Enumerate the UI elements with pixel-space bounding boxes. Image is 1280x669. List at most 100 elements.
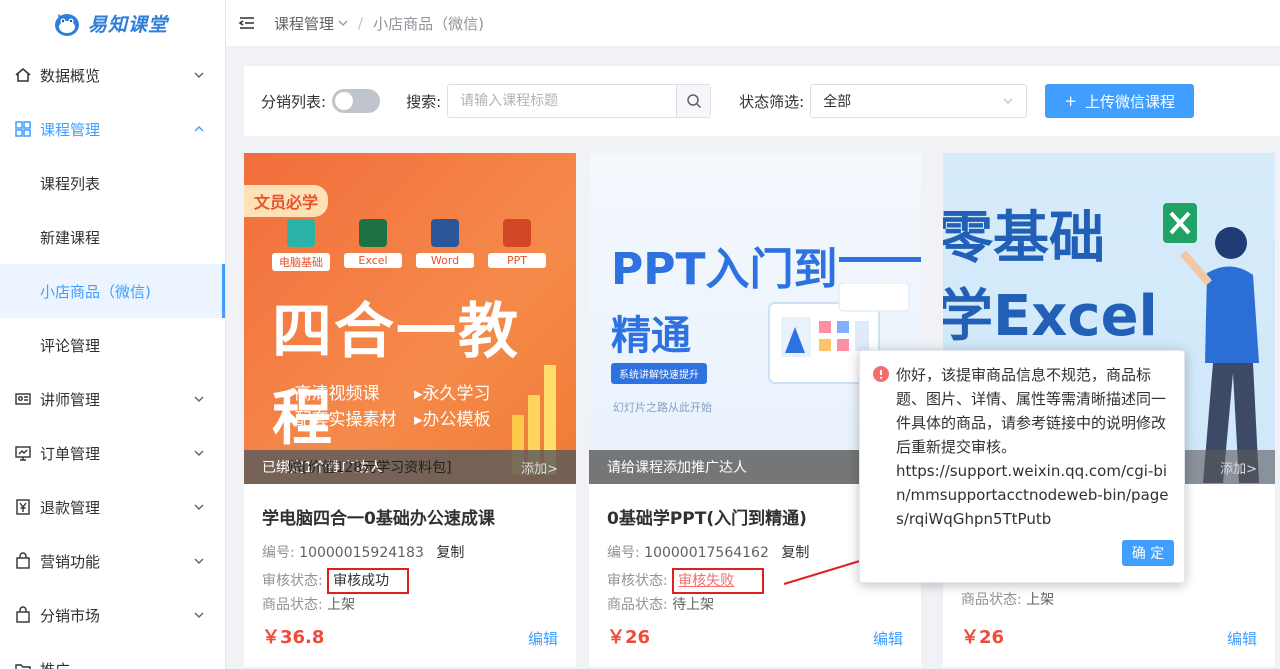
promoter-strip: 已绑定1个推广达人 赠[价值128元学习资料包] 添加> — [244, 450, 576, 484]
ppt-icon — [503, 219, 531, 247]
sidebar-item-orders[interactable]: 订单管理 — [0, 426, 225, 480]
audit-status-failed-link[interactable]: 审核失败 — [672, 568, 765, 594]
sidebar-item-lecturers[interactable]: 讲师管理 — [0, 372, 225, 426]
sidebar-subitem-course-list[interactable]: 课程列表 — [0, 156, 225, 210]
course-title: 学电脑四合一0基础办公速成课 — [262, 509, 495, 529]
yen-icon — [16, 499, 30, 515]
course-price: ￥26 — [607, 627, 651, 648]
course-price: ￥36.8 — [262, 627, 325, 648]
cover-feature: ▸永久学习 — [414, 384, 491, 404]
sidebar-item-overview[interactable]: 数据概览 — [0, 48, 225, 102]
cover-feature-text: 配套实操素材 — [294, 410, 397, 430]
menu-fold-icon[interactable] — [238, 14, 256, 32]
cover-app-label: Excel — [344, 253, 402, 268]
shelf-status-label: 商品状态: — [961, 592, 1022, 608]
sidebar-subitem-new-course[interactable]: 新建课程 — [0, 210, 225, 264]
course-info: 学电脑四合一0基础办公速成课 编号: 10000015924183 复制 审核状… — [244, 484, 576, 617]
cover-caption: 幻灯片之路从此开始 — [613, 401, 712, 414]
audit-status-badge: 审核成功 — [327, 568, 410, 594]
app-root: 易知课堂 数据概览 课程管理 课程列表 新建课程 小店商品（微信) 评论管理 讲… — [0, 0, 1280, 669]
cover-app: PPT — [488, 219, 546, 271]
add-promoter-link[interactable]: 添加> — [521, 458, 558, 477]
upload-button-label: 上传微信课程 — [1084, 92, 1175, 111]
course-id-label: 编号: — [262, 545, 295, 561]
chevron-down-icon — [194, 558, 204, 564]
search-button[interactable] — [676, 85, 711, 117]
plus-icon: + — [1064, 92, 1077, 110]
shelf-status: 上架 — [1026, 592, 1055, 608]
sidebar-subitem-wechat-shop[interactable]: 小店商品（微信) — [0, 264, 225, 318]
breadcrumb: 课程管理 / 小店商品（微信) — [274, 13, 484, 34]
sidebar-item-label: 课程管理 — [40, 120, 101, 139]
shelf-status-label: 商品状态: — [262, 597, 323, 613]
audit-status-label: 审核状态: — [607, 573, 668, 589]
add-promoter-link[interactable]: 添加> — [1220, 458, 1257, 477]
sidebar-item-label: 分销市场 — [40, 606, 101, 625]
edit-course-link[interactable]: 编辑 — [1227, 628, 1257, 649]
status-filter-value: 全部 — [823, 94, 852, 110]
promoter-status: 请给课程添加推广达人 — [607, 460, 747, 476]
course-card: 文员必学 电脑基础 Excel Word PPT 四合一教程 ▸高清视频课 ▸永… — [244, 153, 576, 667]
cover-feature: ▸办公模板 — [414, 410, 491, 430]
cover-subheadline: 精通 — [611, 313, 691, 359]
audit-reason-popover: 你好，该提审商品信息不规范，商品标题、图片、详情、属性等需清晰描述同一件具体的商… — [859, 350, 1185, 583]
search-box — [447, 84, 712, 118]
course-id-label: 编号: — [607, 545, 640, 561]
brand-name: 易知课堂 — [88, 13, 169, 36]
sidebar-item-marketing[interactable]: 营销功能 — [0, 534, 225, 588]
chevron-down-icon[interactable] — [338, 18, 348, 28]
chevron-down-icon — [194, 72, 204, 78]
breadcrumb-item-course-management[interactable]: 课程管理 — [274, 13, 334, 34]
home-icon — [15, 68, 31, 82]
mascot-logo-icon — [55, 14, 79, 36]
sidebar: 易知课堂 数据概览 课程管理 课程列表 新建课程 小店商品（微信) 评论管理 讲… — [0, 0, 226, 669]
confirm-button[interactable]: 确 定 — [1122, 540, 1174, 566]
upload-wechat-course-button[interactable]: + 上传微信课程 — [1045, 84, 1195, 118]
sidebar-item-promotion[interactable]: 推广 — [0, 642, 225, 669]
shelf-status: 待上架 — [672, 597, 715, 613]
shelf-status: 上架 — [327, 597, 356, 613]
brand-logo[interactable]: 易知课堂 — [0, 0, 225, 46]
error-icon — [873, 366, 889, 382]
audit-status-label: 审核状态: — [262, 573, 323, 589]
sidebar-item-distribution-market[interactable]: 分销市场 — [0, 588, 225, 642]
cover-feature-text: 高清视频课 — [294, 384, 380, 404]
sidebar-item-course-management[interactable]: 课程管理 — [0, 102, 225, 156]
cover-app-label: 电脑基础 — [272, 253, 330, 271]
sidebar-item-label: 讲师管理 — [40, 390, 101, 409]
cover-pill: 系统讲解快速提升 — [611, 363, 707, 384]
course-cover-image[interactable]: 文员必学 电脑基础 Excel Word PPT 四合一教程 ▸高清视频课 ▸永… — [244, 153, 576, 484]
cover-tag: 文员必学 — [244, 185, 329, 217]
sidebar-item-refunds[interactable]: 退款管理 — [0, 480, 225, 534]
search-input[interactable] — [448, 85, 677, 117]
computer-icon — [287, 219, 315, 247]
audit-reason-link: https://support.weixin.qq.com/cgi-bin/mm… — [896, 462, 1169, 528]
shelf-status-row: 商品状态: 待上架 — [607, 593, 903, 617]
folder-icon — [15, 664, 31, 669]
breadcrumb-separator: / — [358, 14, 364, 32]
cover-feature: ▸高清视频课 — [286, 384, 380, 404]
cover-app-icons: 电脑基础 Excel Word PPT — [272, 219, 546, 271]
status-filter-select[interactable]: 全部 — [810, 84, 1028, 118]
edit-course-link[interactable]: 编辑 — [873, 628, 903, 649]
cover-line-decoration — [839, 257, 921, 262]
sidebar-subitem-comments[interactable]: 评论管理 — [0, 318, 225, 372]
sidebar-item-label: 推广 — [40, 659, 70, 669]
shelf-status-row: 商品状态: 上架 — [262, 593, 558, 617]
search-icon — [686, 94, 701, 109]
copy-id-button[interactable]: 复制 — [436, 545, 464, 561]
chevron-down-icon — [194, 612, 204, 618]
audit-status-row: 审核状态: 审核成功 — [262, 568, 558, 594]
monitor-icon — [15, 446, 31, 461]
cover-feature-text: 永久学习 — [422, 384, 491, 404]
status-filter-label: 状态筛选: — [739, 92, 805, 111]
sidebar-item-label: 营销功能 — [40, 552, 101, 571]
distribution-list-toggle[interactable] — [332, 89, 381, 113]
chevron-up-icon — [194, 126, 204, 132]
course-price: ￥26 — [961, 627, 1005, 648]
top-header: 课程管理 / 小店商品（微信) — [226, 0, 1280, 46]
edit-course-link[interactable]: 编辑 — [528, 628, 558, 649]
cover-app: Excel — [344, 219, 402, 271]
bag-icon — [16, 552, 30, 569]
chevron-down-icon — [194, 450, 204, 456]
